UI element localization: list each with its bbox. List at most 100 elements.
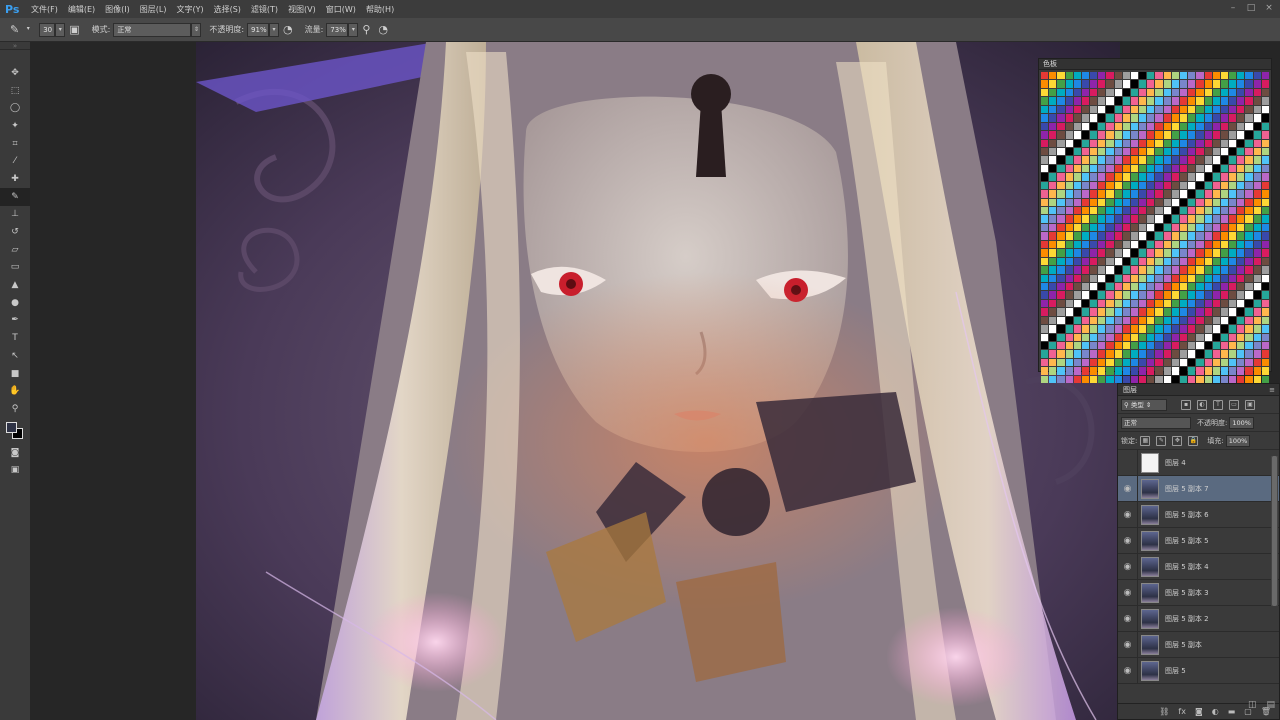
color-swatch[interactable] xyxy=(1057,325,1065,333)
color-swatch[interactable] xyxy=(1253,249,1261,257)
color-swatch[interactable] xyxy=(1114,232,1122,240)
color-swatch[interactable] xyxy=(1220,139,1229,147)
color-swatch[interactable] xyxy=(1065,164,1073,173)
color-swatch[interactable] xyxy=(1196,266,1204,274)
color-swatch[interactable] xyxy=(1180,80,1188,88)
color-swatch[interactable] xyxy=(1229,80,1237,88)
color-swatch[interactable] xyxy=(1212,350,1220,358)
color-swatch[interactable] xyxy=(1147,97,1155,105)
color-swatch[interactable] xyxy=(1130,325,1139,333)
color-swatch[interactable] xyxy=(1073,232,1081,240)
color-swatch[interactable] xyxy=(1155,291,1163,299)
color-swatch[interactable] xyxy=(1245,114,1253,122)
color-swatch[interactable] xyxy=(1122,72,1130,80)
color-swatch[interactable] xyxy=(1130,122,1139,131)
color-swatch[interactable] xyxy=(1204,114,1212,122)
color-swatch[interactable] xyxy=(1229,207,1237,215)
color-swatch[interactable] xyxy=(1049,198,1057,206)
color-swatch[interactable] xyxy=(1065,291,1073,299)
color-swatch[interactable] xyxy=(1188,333,1196,341)
color-swatch[interactable] xyxy=(1253,156,1261,164)
color-swatch[interactable] xyxy=(1106,375,1114,384)
swatch-grid[interactable] xyxy=(1041,72,1269,384)
color-swatch[interactable] xyxy=(1130,342,1139,350)
color-swatch[interactable] xyxy=(1180,240,1188,249)
color-swatch[interactable] xyxy=(1147,72,1155,80)
color-swatch[interactable] xyxy=(1237,97,1245,105)
color-swatch[interactable] xyxy=(1065,156,1073,164)
mode-select[interactable]: 正常 ⇕ xyxy=(113,22,202,37)
color-swatch[interactable] xyxy=(1180,139,1188,147)
color-swatch[interactable] xyxy=(1098,240,1106,249)
color-swatch[interactable] xyxy=(1261,223,1269,232)
color-swatch[interactable] xyxy=(1122,308,1130,316)
color-swatch[interactable] xyxy=(1106,308,1114,316)
color-swatch[interactable] xyxy=(1171,207,1180,215)
color-swatch[interactable] xyxy=(1106,350,1114,358)
color-swatch[interactable] xyxy=(1245,181,1253,190)
color-swatch[interactable] xyxy=(1220,173,1229,181)
color-swatch[interactable] xyxy=(1180,122,1188,131)
magic-wand-tool-icon[interactable]: ✦ xyxy=(0,117,30,135)
color-swatch[interactable] xyxy=(1253,131,1261,139)
color-swatch[interactable] xyxy=(1041,375,1049,384)
color-swatch[interactable] xyxy=(1065,375,1073,384)
color-swatch[interactable] xyxy=(1212,257,1220,266)
color-swatch[interactable] xyxy=(1261,164,1269,173)
color-swatch[interactable] xyxy=(1057,181,1065,190)
color-swatch[interactable] xyxy=(1155,181,1163,190)
color-swatch[interactable] xyxy=(1057,266,1065,274)
color-swatch[interactable] xyxy=(1196,72,1204,80)
color-swatch[interactable] xyxy=(1261,308,1269,316)
color-swatch[interactable] xyxy=(1065,342,1073,350)
color-swatch[interactable] xyxy=(1106,333,1114,341)
layer-row[interactable]: 图层 4 xyxy=(1118,449,1279,476)
color-swatch[interactable] xyxy=(1245,291,1253,299)
color-swatch[interactable] xyxy=(1122,266,1130,274)
color-swatch[interactable] xyxy=(1261,333,1269,341)
color-swatch[interactable] xyxy=(1180,257,1188,266)
color-swatch[interactable] xyxy=(1155,367,1163,375)
color-swatch[interactable] xyxy=(1098,257,1106,266)
color-swatch[interactable] xyxy=(1090,299,1098,308)
layer-row[interactable]: ◉ 图层 5 xyxy=(1118,657,1279,684)
color-swatch[interactable] xyxy=(1196,139,1204,147)
layer-style-icon[interactable]: fx xyxy=(1178,707,1186,716)
color-swatch[interactable] xyxy=(1090,282,1098,291)
color-swatch[interactable] xyxy=(1073,291,1081,299)
color-swatch[interactable] xyxy=(1114,342,1122,350)
color-swatch[interactable] xyxy=(1163,198,1171,206)
color-swatch[interactable] xyxy=(1163,240,1171,249)
color-swatch[interactable] xyxy=(1147,198,1155,206)
color-swatch[interactable] xyxy=(1041,181,1049,190)
color-swatch[interactable] xyxy=(1196,350,1204,358)
color-swatch[interactable] xyxy=(1212,147,1220,156)
color-swatch[interactable] xyxy=(1180,164,1188,173)
color-swatch[interactable] xyxy=(1212,291,1220,299)
color-swatch[interactable] xyxy=(1220,308,1229,316)
color-swatch[interactable] xyxy=(1065,249,1073,257)
color-swatch[interactable] xyxy=(1212,232,1220,240)
color-swatch[interactable] xyxy=(1204,207,1212,215)
color-swatch[interactable] xyxy=(1081,97,1090,105)
color-swatch[interactable] xyxy=(1237,122,1245,131)
layer-row[interactable]: ◉ 图层 5 副本 3 xyxy=(1118,579,1279,606)
color-swatch[interactable] xyxy=(1253,223,1261,232)
color-swatch[interactable] xyxy=(1204,257,1212,266)
color-swatch[interactable] xyxy=(1130,105,1139,114)
color-swatch[interactable] xyxy=(1163,257,1171,266)
color-swatch[interactable] xyxy=(1041,223,1049,232)
flow-input[interactable]: 73% ▾ xyxy=(326,22,359,37)
color-swatch[interactable] xyxy=(1130,114,1139,122)
color-swatch[interactable] xyxy=(1090,164,1098,173)
color-swatch[interactable] xyxy=(1065,105,1073,114)
color-swatch[interactable] xyxy=(1212,97,1220,105)
color-swatch[interactable] xyxy=(1065,299,1073,308)
color-swatch[interactable] xyxy=(1237,80,1245,88)
color-swatch[interactable] xyxy=(1261,80,1269,88)
color-swatch[interactable] xyxy=(1229,308,1237,316)
color-swatch[interactable] xyxy=(1171,173,1180,181)
color-swatch[interactable] xyxy=(1130,316,1139,325)
path-selection-tool-icon[interactable]: ↖ xyxy=(0,347,30,365)
color-swatch[interactable] xyxy=(1065,240,1073,249)
